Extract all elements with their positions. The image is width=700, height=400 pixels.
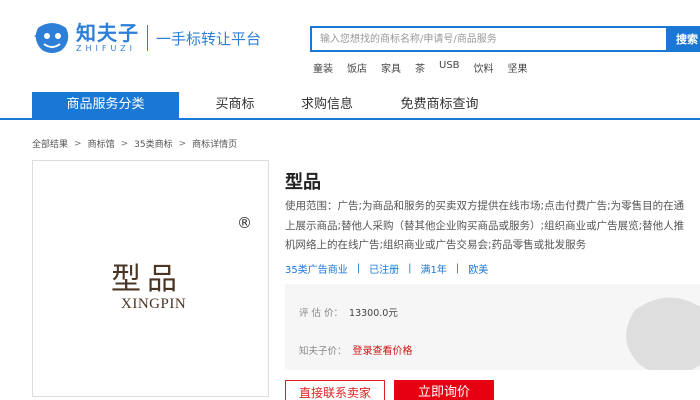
nav-item-free-search[interactable]: 免费商标查询: [392, 92, 487, 118]
tag-divider: |: [455, 263, 460, 274]
trademark-name-cn: 型品: [111, 262, 183, 297]
trademark-image: ® 型品 XINGPIN: [32, 160, 269, 397]
hot-word-link[interactable]: 茶: [415, 60, 425, 75]
breadcrumb-item[interactable]: 35类商标: [134, 137, 172, 150]
logo-divider: [147, 25, 148, 51]
logo-slogan: 一手标转让平台: [156, 29, 262, 48]
hot-word-link[interactable]: 童装: [313, 60, 333, 75]
tag-divider: |: [408, 263, 412, 274]
usage-scope: 使用范围：广告;为商品和服务的买卖双方提供在线市场;点击付费广告;为零售目的在通…: [285, 197, 700, 256]
mascot-watermark-icon: [626, 297, 700, 370]
inquire-now-button[interactable]: 立即询价: [394, 380, 494, 400]
chevron-right-icon: >: [120, 138, 129, 149]
tag-age[interactable]: 满1年: [420, 261, 446, 276]
search-bar: 搜索: [310, 26, 700, 52]
main-nav: 商品服务分类 买商标 求购信息 免费商标查询: [0, 92, 700, 120]
member-price-label: 知夫子价：: [299, 346, 347, 357]
site-header: 知夫子 ZHIFUZI 一手标转让平台 搜索 童装 饭店 家具 茶 USB 饮料…: [0, 0, 700, 92]
nav-item-wanted[interactable]: 求购信息: [292, 92, 362, 118]
hot-word-link[interactable]: 坚果: [508, 60, 528, 75]
trademark-name-en: XINGPIN: [121, 296, 187, 312]
login-to-view-price-link[interactable]: 登录查看价格: [353, 346, 413, 357]
usage-scope-line: 使用范围：广告;为商品和服务的买卖双方提供在线市场;点击付费广告;为零售目的在通: [285, 200, 685, 212]
appraisal-price-value: 13300.0元: [349, 308, 398, 319]
usage-scope-line: 上展示商品;替他人采购（替其他企业购买商品或服务）;组织商业或广告展览;替他人推: [285, 219, 685, 232]
logo-cn-text: 知夫子: [76, 21, 139, 45]
nav-item-buy-trademark[interactable]: 买商标: [200, 92, 270, 118]
breadcrumb-item[interactable]: 全部结果: [32, 137, 68, 150]
hot-word-link[interactable]: 饮料: [474, 60, 494, 75]
site-logo[interactable]: 知夫子 ZHIFUZI 一手标转让平台: [32, 20, 261, 56]
search-button[interactable]: 搜索: [666, 28, 700, 50]
chevron-right-icon: >: [74, 138, 82, 149]
breadcrumb: 全部结果 > 商标馆 > 35类商标 > 商标详情页: [32, 137, 238, 151]
usage-scope-line: 机网络上的在线广告;组织商业或广告交易会;药品零售或批发服务: [285, 239, 587, 251]
logo-en-text: ZHIFUZI: [76, 44, 137, 53]
chevron-right-icon: >: [178, 138, 187, 149]
breadcrumb-current: 商标详情页: [192, 140, 238, 150]
contact-seller-button[interactable]: 直接联系卖家: [285, 380, 385, 400]
tag-region[interactable]: 欧美: [468, 261, 488, 276]
tag-divider: |: [356, 263, 361, 274]
member-price-row: 知夫子价： 登录查看价格: [299, 342, 413, 357]
tag-status[interactable]: 已注册: [369, 261, 399, 276]
trademark-tags: 35类广告商业 | 已注册 | 满1年 | 欧美: [285, 261, 488, 276]
hot-word-link[interactable]: 家具: [381, 60, 401, 75]
nav-item-categories[interactable]: 商品服务分类: [32, 92, 179, 118]
breadcrumb-item[interactable]: 商标馆: [88, 137, 115, 150]
search-input[interactable]: [312, 28, 666, 50]
logo-wordmark: 知夫子 ZHIFUZI: [76, 22, 139, 54]
trademark-title: 型品: [285, 172, 321, 193]
registered-mark: ®: [237, 214, 252, 232]
hot-search-words: 童装 饭店 家具 茶 USB 饮料 坚果: [313, 60, 542, 75]
hot-word-link[interactable]: 饭店: [347, 60, 367, 75]
price-box: 评 估 价： 13300.0元 知夫子价： 登录查看价格: [285, 284, 700, 370]
hot-word-link[interactable]: USB: [439, 60, 460, 75]
appraisal-price-row: 评 估 价： 13300.0元: [299, 305, 398, 319]
tag-class[interactable]: 35类广告商业: [285, 261, 348, 276]
appraisal-price-label: 评 估 价：: [299, 308, 344, 319]
logo-face-icon: [32, 20, 72, 56]
